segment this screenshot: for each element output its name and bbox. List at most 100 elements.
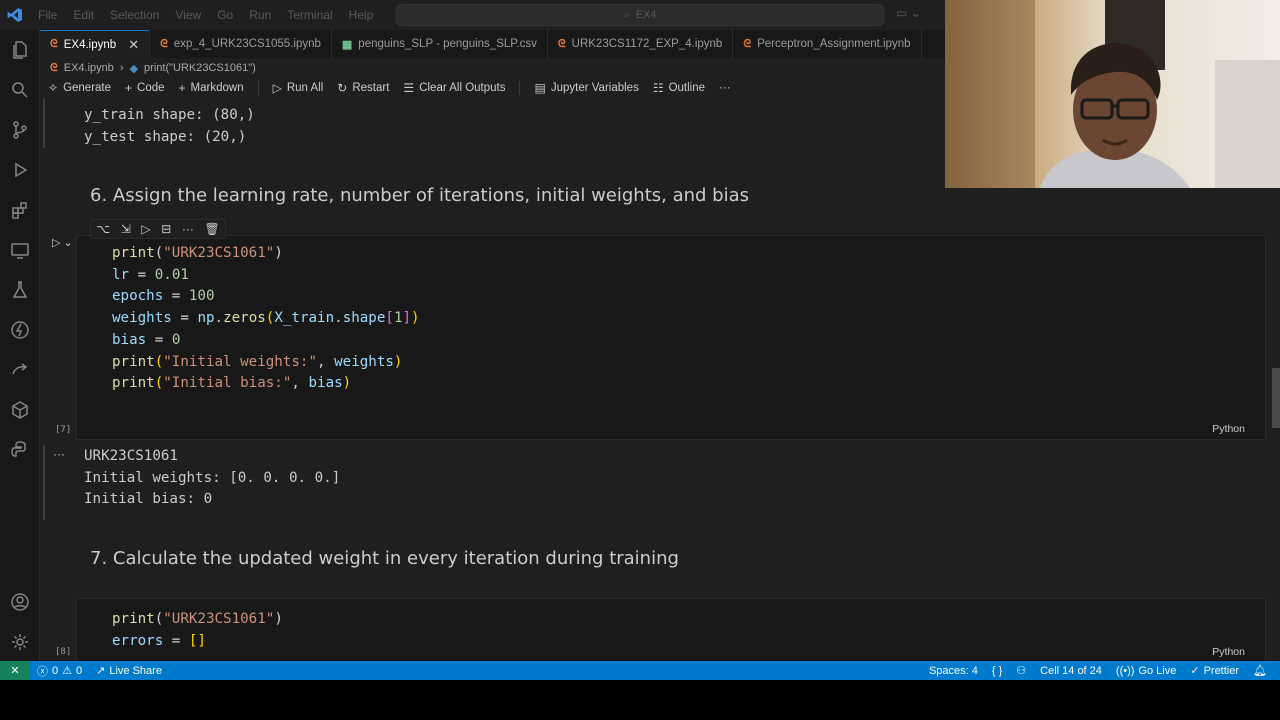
- error-icon: ⓧ: [37, 665, 48, 678]
- menu-help[interactable]: Help: [341, 8, 382, 22]
- menu-run[interactable]: Run: [241, 8, 279, 22]
- cell-source[interactable]: print("URK23CS1061") lr = 0.01 epochs = …: [112, 243, 420, 395]
- markdown-label: Markdown: [190, 82, 244, 94]
- toolbar-divider: [257, 81, 259, 95]
- cell-source[interactable]: print("URK23CS1061") errors = []: [112, 609, 283, 652]
- add-markdown-button[interactable]: + Markdown: [179, 81, 244, 95]
- remote-explorer-icon[interactable]: [8, 238, 32, 262]
- run-cell-icon[interactable]: ▷ ⌄: [52, 236, 73, 249]
- cell-language[interactable]: Python: [1212, 423, 1245, 435]
- testing-icon[interactable]: [8, 278, 32, 302]
- menu-file[interactable]: File: [30, 8, 65, 22]
- warning-count: 0: [76, 664, 83, 677]
- chevron-right-icon: ›: [119, 62, 124, 74]
- live-share-icon[interactable]: [8, 358, 32, 382]
- menu-terminal[interactable]: Terminal: [279, 8, 340, 22]
- activity-bar: [0, 30, 40, 661]
- go-live-button[interactable]: ((•)) Go Live: [1109, 665, 1183, 677]
- menu-go[interactable]: Go: [209, 8, 241, 22]
- go-live-label: Go Live: [1138, 664, 1177, 677]
- add-code-button[interactable]: + Code: [125, 81, 165, 95]
- tab-penguins-csv[interactable]: ▦ penguins_SLP - penguins_SLP.csv: [332, 30, 548, 58]
- live-share-button[interactable]: ↗ Live Share: [89, 664, 169, 678]
- markdown-heading: 6. Assign the learning rate, number of i…: [90, 185, 750, 206]
- remote-indicator-icon[interactable]: ✕: [0, 661, 30, 680]
- outline-icon: ☷: [652, 81, 664, 95]
- output-line: Initial bias: 0: [84, 491, 213, 507]
- restart-label: Restart: [352, 82, 390, 94]
- clear-outputs-button[interactable]: ☰ Clear All Outputs: [403, 81, 505, 95]
- csv-file-icon: ▦: [341, 38, 353, 51]
- tab-label: Perceptron_Assignment.ipynb: [757, 38, 911, 50]
- tab-ex4[interactable]: ᘓ EX4.ipynb ✕: [40, 30, 151, 58]
- tab-perceptron[interactable]: ᘓ Perceptron_Assignment.ipynb: [733, 30, 922, 58]
- jupyter-file-icon: ᘓ: [50, 38, 58, 50]
- jupyter-file-icon: ᘓ: [743, 37, 752, 50]
- copilot-icon[interactable]: ▭ ⌄: [896, 6, 921, 20]
- prettier-label: Prettier: [1203, 664, 1240, 677]
- command-center-search[interactable]: ⌕ EX4: [396, 4, 884, 26]
- output-line: y_test shape: (20,): [84, 129, 247, 145]
- execute-below-icon[interactable]: ⇲: [121, 222, 131, 236]
- account-icon[interactable]: [8, 590, 32, 614]
- menu-edit[interactable]: Edit: [65, 8, 102, 22]
- indentation-indicator[interactable]: Spaces: 4: [922, 665, 985, 677]
- cell-position-indicator[interactable]: Cell 14 of 24: [1033, 665, 1109, 677]
- jupyter-file-icon: ᘓ: [160, 37, 168, 50]
- restart-button[interactable]: ↻ Restart: [337, 81, 389, 95]
- extensions-icon[interactable]: [8, 198, 32, 222]
- settings-gear-icon[interactable]: [8, 630, 32, 654]
- check-icon: ✓: [1190, 665, 1200, 677]
- breadcrumb-cell[interactable]: print("URK23CS1061"): [144, 62, 256, 74]
- status-bar: ✕ ⓧ 0 ⚠ 0 ↗ Live Share Spaces: 4 { } ⚇ C…: [0, 661, 1280, 680]
- broadcast-icon: ((•)): [1115, 664, 1135, 677]
- run-all-button[interactable]: ▷ Run All: [273, 81, 324, 95]
- more-icon[interactable]: ···: [182, 222, 194, 236]
- jupyter-variables-button[interactable]: ▤ Jupyter Variables: [534, 81, 638, 95]
- prettier-button[interactable]: ✓ Prettier: [1183, 664, 1246, 678]
- python-icon[interactable]: [8, 438, 32, 462]
- execute-above-icon[interactable]: ⌥: [96, 222, 110, 236]
- editor-scrollbar[interactable]: [1272, 368, 1280, 428]
- output-line: URK23CS1061: [84, 448, 178, 464]
- execution-count: [7]: [55, 425, 72, 435]
- notifications-bell-icon[interactable]: 🔔︎: [1246, 664, 1274, 677]
- output-line: Initial weights: [0. 0. 0. 0.]: [84, 470, 341, 486]
- run-all-icon: ▷: [272, 81, 282, 95]
- code-cell[interactable]: print("URK23CS1061") lr = 0.01 epochs = …: [76, 235, 1266, 440]
- code-cell[interactable]: print("URK23CS1061") errors = [] Python: [76, 598, 1266, 661]
- sparkle-icon: ✧: [48, 81, 59, 95]
- tab-urk23cs1172[interactable]: ᘓ URK23CS1172_EXP_4.ipynb: [548, 30, 734, 58]
- cell-language[interactable]: Python: [1212, 646, 1245, 658]
- webcam-person-image: [945, 0, 1280, 188]
- generate-button[interactable]: ✧ Generate: [48, 81, 111, 95]
- vscode-logo-icon: [0, 0, 30, 30]
- more-actions-button[interactable]: ···: [719, 82, 731, 94]
- variables-label: Jupyter Variables: [550, 82, 639, 94]
- tab-exp4-1055[interactable]: ᘓ exp_4_URK23CS1055.ipynb: [150, 30, 332, 58]
- menu-selection[interactable]: Selection: [102, 8, 167, 22]
- output-line: y_train shape: (80,): [84, 107, 255, 123]
- webcam-video-overlay: [945, 0, 1280, 188]
- menu-view[interactable]: View: [167, 8, 209, 22]
- run-all-label: Run All: [286, 82, 324, 94]
- delete-icon[interactable]: 🗑: [204, 222, 219, 236]
- outline-button[interactable]: ☷ Outline: [653, 81, 705, 95]
- split-cell-icon[interactable]: ⊟: [161, 222, 171, 236]
- run-debug-icon[interactable]: [8, 158, 32, 182]
- search-icon[interactable]: [8, 78, 32, 102]
- containers-icon[interactable]: [8, 398, 32, 422]
- problems-indicator[interactable]: ⓧ 0 ⚠ 0: [30, 663, 89, 679]
- language-mode-braces[interactable]: { }: [985, 665, 1009, 677]
- close-icon[interactable]: ✕: [128, 37, 139, 53]
- execution-count: [8]: [55, 647, 72, 657]
- markdown-heading: 7. Calculate the updated weight in every…: [90, 548, 679, 569]
- copilot-status-icon[interactable]: ⚇: [1009, 664, 1033, 677]
- explorer-icon[interactable]: [8, 38, 32, 62]
- run-selection-icon[interactable]: ▷: [141, 222, 150, 236]
- thunder-client-icon[interactable]: [8, 318, 32, 342]
- output-more-icon[interactable]: ···: [53, 447, 65, 461]
- breadcrumb-file[interactable]: EX4.ipynb: [64, 62, 114, 74]
- source-control-icon[interactable]: [8, 118, 32, 142]
- jupyter-file-icon: ᘓ: [50, 61, 58, 74]
